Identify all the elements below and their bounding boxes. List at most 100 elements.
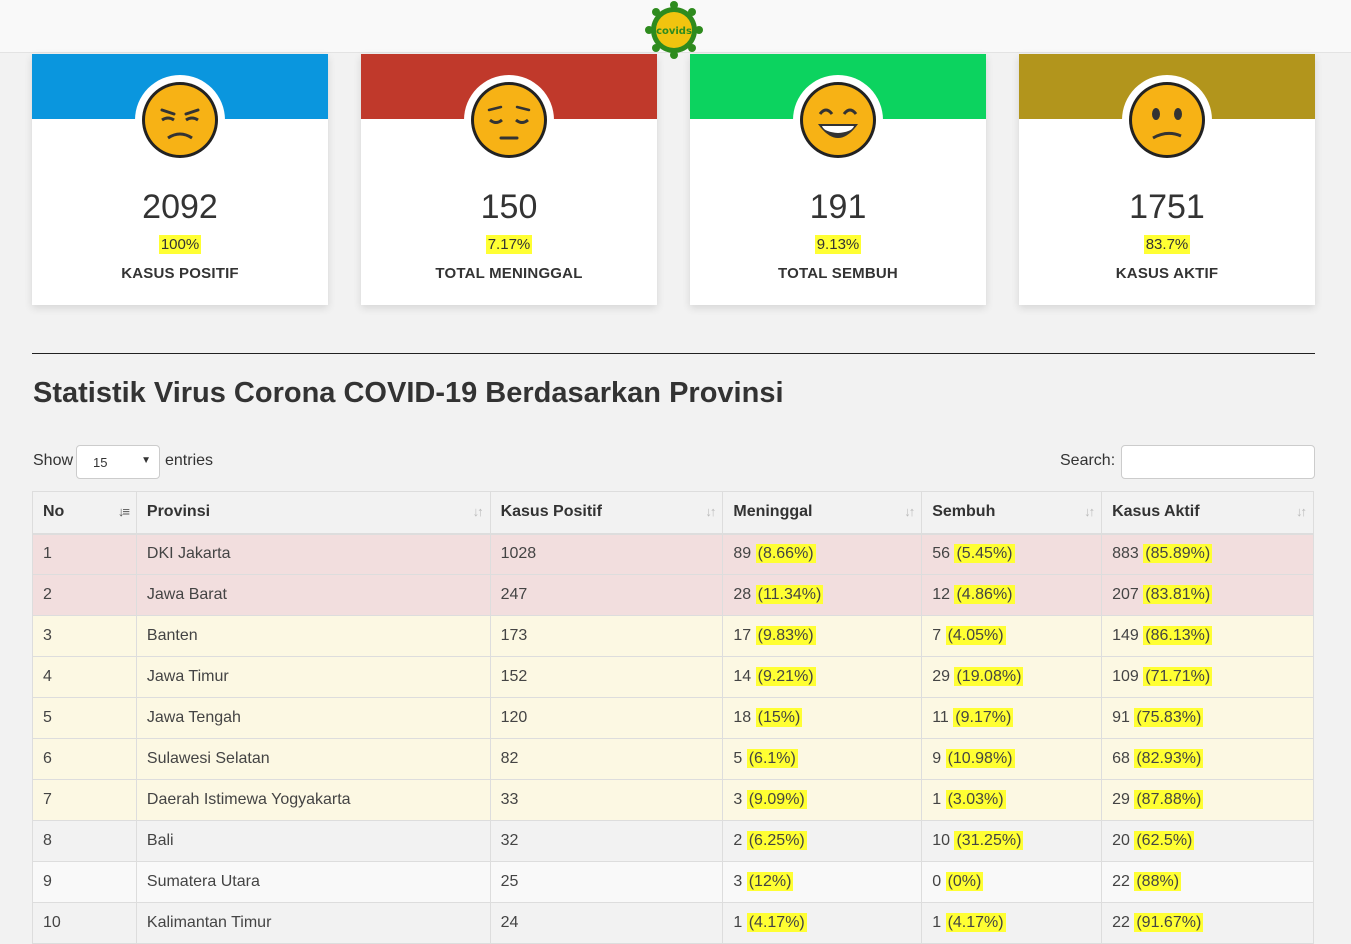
cell-no: 3 <box>32 615 137 657</box>
percent-badge: (8.66%) <box>755 544 816 564</box>
column-header-kasus-positif[interactable]: Kasus Positif ↓↑ <box>489 491 724 535</box>
percent-badge: (3.03%) <box>945 790 1006 809</box>
percent-badge: (0%) <box>945 872 984 891</box>
card-percent: 9.13% <box>814 235 862 254</box>
cell-sembuh: 9 (10.98%) <box>921 738 1103 780</box>
province-table: No ↓≡ Provinsi ↓↑ Kasus Positif ↓↑ Meningga… <box>32 491 1314 944</box>
column-header-no[interactable]: No ↓≡ <box>32 491 137 535</box>
cell-provinsi: Daerah Istimewa Yogyakarta <box>135 779 491 821</box>
column-header-kasus-aktif[interactable]: Kasus Aktif ↓↑ <box>1101 491 1314 535</box>
column-header-meninggal[interactable]: Meninggal ↓↑ <box>722 491 923 535</box>
percent-badge: (15%) <box>755 708 803 727</box>
card-percent: 7.17% <box>485 235 533 254</box>
card-label: TOTAL SEMBUH <box>778 265 898 282</box>
percent-badge: (9.21%) <box>755 667 816 686</box>
percent-badge: (62.5%) <box>1134 831 1195 850</box>
percent-badge: (9.83%) <box>755 626 816 645</box>
cell-provinsi: Banten <box>135 615 491 657</box>
page-title: Statistik Virus Corona COVID-19 Berdasar… <box>33 377 784 409</box>
cell-kasus-aktif: 22 (88%) <box>1101 861 1314 903</box>
cell-kasus-positif: 247 <box>489 574 724 616</box>
cell-provinsi: Bali <box>135 820 491 862</box>
card-kasus-positif: 2092 100% KASUS POSITIF <box>32 54 328 305</box>
table-row: 6 Sulawesi Selatan 82 5 (6.1%) 9 (10.98%) 68 … <box>32 738 1314 780</box>
column-header-sembuh[interactable]: Sembuh ↓↑ <box>921 491 1103 535</box>
cell-meninggal: 3 (9.09%) <box>722 779 923 821</box>
cell-no: 6 <box>32 738 137 780</box>
cell-kasus-aktif: 883 (85.89%) <box>1101 533 1314 575</box>
table-row: 10 Kalimantan Timur 24 1 (4.17%) 1 (4.17%) 22… <box>32 902 1314 944</box>
confused-face-icon <box>1122 75 1212 165</box>
cell-sembuh: 0 (0%) <box>921 861 1103 903</box>
card-value: 191 <box>809 188 867 226</box>
percent-badge: (71.71%) <box>1143 667 1213 686</box>
page-size-select[interactable]: 15 ▼ <box>76 445 160 479</box>
cell-meninggal: 3 (12%) <box>722 861 923 903</box>
section-divider <box>32 353 1315 354</box>
cell-kasus-positif: 32 <box>489 820 724 862</box>
percent-badge: (83.81%) <box>1143 585 1213 604</box>
table-row: 3 Banten 173 17 (9.83%) 7 (4.05%) 149 (86.13%… <box>32 615 1314 657</box>
card-value: 1751 <box>1129 188 1205 226</box>
cell-meninggal: 89 (8.66%) <box>722 533 923 575</box>
percent-badge: (85.89%) <box>1143 544 1213 564</box>
cell-kasus-positif: 1028 <box>489 533 724 575</box>
search-input[interactable] <box>1121 445 1315 479</box>
cell-kasus-positif: 173 <box>489 615 724 657</box>
cell-sembuh: 1 (4.17%) <box>921 902 1103 944</box>
percent-badge: (82.93%) <box>1134 749 1204 768</box>
card-percent: 100% <box>158 235 202 254</box>
percent-badge: (4.17%) <box>945 913 1006 932</box>
cell-provinsi: Sumatera Utara <box>135 861 491 903</box>
cell-meninggal: 14 (9.21%) <box>722 656 923 698</box>
sort-icon: ↓↑ <box>904 504 915 519</box>
percent-badge: (4.05%) <box>945 626 1006 645</box>
percent-badge: (88%) <box>1134 872 1182 891</box>
covids-logo[interactable]: covids <box>641 0 707 64</box>
table-row: 4 Jawa Timur 152 14 (9.21%) 29 (19.08%) 109 (… <box>32 656 1314 698</box>
relieved-face-icon <box>464 75 554 165</box>
cell-no: 8 <box>32 820 137 862</box>
cell-sembuh: 11 (9.17%) <box>921 697 1103 739</box>
cell-kasus-aktif: 149 (86.13%) <box>1101 615 1314 657</box>
percent-badge: (75.83%) <box>1134 708 1204 727</box>
cell-sembuh: 56 (5.45%) <box>921 533 1103 575</box>
sort-icon: ↓↑ <box>472 504 484 519</box>
cell-provinsi: DKI Jakarta <box>135 533 491 575</box>
card-label: KASUS AKTIF <box>1115 265 1219 282</box>
table-row: 1 DKI Jakarta 1028 89 (8.66%) 56 (5.45%) 883 … <box>32 533 1314 575</box>
percent-badge: (86.13%) <box>1143 626 1213 645</box>
sort-icon: ↓↑ <box>705 504 716 519</box>
cell-kasus-positif: 82 <box>489 738 724 780</box>
percent-badge: (5.45%) <box>954 544 1015 564</box>
anxious-face-icon <box>135 75 225 165</box>
percent-badge: (4.86%) <box>954 585 1015 604</box>
chevron-down-icon: ▼ <box>141 455 151 466</box>
cell-no: 4 <box>32 656 137 698</box>
column-header-provinsi[interactable]: Provinsi ↓↑ <box>135 491 491 535</box>
sort-icon: ↓↑ <box>1296 504 1307 519</box>
cell-sembuh: 12 (4.86%) <box>921 574 1103 616</box>
cell-no: 2 <box>32 574 137 616</box>
cell-no: 7 <box>32 779 137 821</box>
cell-meninggal: 18 (15%) <box>722 697 923 739</box>
entries-label: entries <box>165 452 214 469</box>
cell-meninggal: 17 (9.83%) <box>722 615 923 657</box>
card-label: TOTAL MENINGGAL <box>435 265 583 282</box>
grinning-face-icon <box>793 75 883 165</box>
cell-no: 1 <box>32 533 137 575</box>
table-row: 5 Jawa Tengah 120 18 (15%) 11 (9.17%) 91 (75.… <box>32 697 1314 739</box>
cell-kasus-aktif: 91 (75.83%) <box>1101 697 1314 739</box>
cell-no: 10 <box>32 902 137 944</box>
cell-kasus-positif: 120 <box>489 697 724 739</box>
percent-badge: (6.1%) <box>746 749 798 768</box>
cell-no: 5 <box>32 697 137 739</box>
cell-kasus-positif: 24 <box>489 902 724 944</box>
percent-badge: (19.08%) <box>954 667 1024 686</box>
cell-kasus-positif: 25 <box>489 861 724 903</box>
cell-kasus-aktif: 29 (87.88%) <box>1101 779 1314 821</box>
cell-provinsi: Jawa Tengah <box>135 697 491 739</box>
cell-kasus-aktif: 68 (82.93%) <box>1101 738 1314 780</box>
card-label: KASUS POSITIF <box>121 265 239 282</box>
cell-kasus-aktif: 207 (83.81%) <box>1101 574 1314 616</box>
